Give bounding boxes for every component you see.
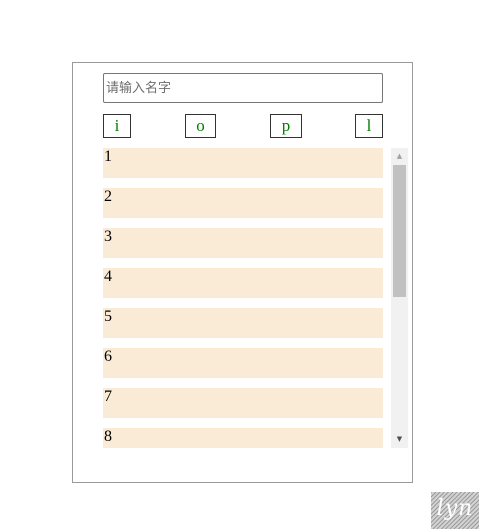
letter-button-l[interactable]: l <box>355 114 383 138</box>
list-item[interactable]: 5 <box>103 308 383 338</box>
list-item[interactable]: 6 <box>103 348 383 378</box>
watermark-text: lyn <box>436 496 474 521</box>
list-item[interactable]: 1 <box>103 148 383 178</box>
list-item[interactable]: 7 <box>103 388 383 418</box>
list-item[interactable]: 4 <box>103 268 383 298</box>
letter-button-i[interactable]: i <box>103 114 131 138</box>
list-scrollbar[interactable]: ▲ ▼ <box>391 148 408 448</box>
list-item[interactable]: 2 <box>103 188 383 218</box>
list-item[interactable]: 8 <box>103 428 383 448</box>
watermark-logo: lyn <box>431 492 479 529</box>
scrollbar-thumb[interactable] <box>393 165 406 297</box>
arrow-up-icon[interactable]: ▲ <box>391 148 408 165</box>
name-list[interactable]: 1 2 3 4 5 6 7 8 <box>103 148 383 448</box>
letter-button-o[interactable]: o <box>185 114 216 138</box>
list-item[interactable]: 3 <box>103 228 383 258</box>
name-search-input[interactable] <box>103 73 383 103</box>
letter-button-p[interactable]: p <box>270 114 302 138</box>
arrow-down-icon[interactable]: ▼ <box>391 431 408 448</box>
